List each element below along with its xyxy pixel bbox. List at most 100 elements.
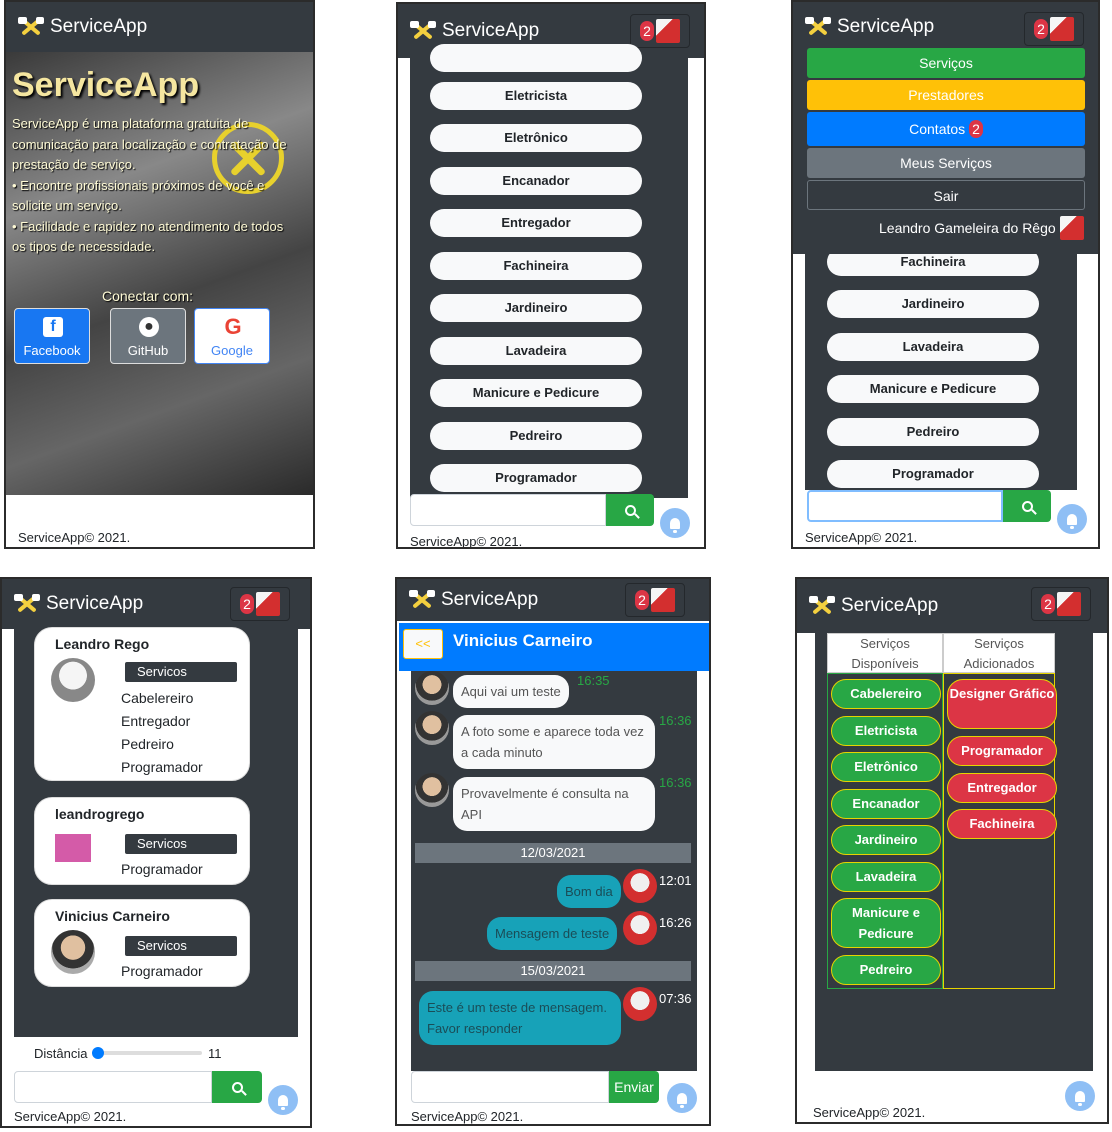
service-item: Programador [121,759,203,775]
available-service-button[interactable]: Manicure e Pedicure [831,898,941,948]
github-button[interactable]: ● GitHub [110,308,186,364]
distance-slider[interactable] [92,1047,202,1059]
send-button[interactable]: Enviar [609,1071,659,1103]
notification-bell-button[interactable] [660,508,690,538]
avatar [1059,216,1084,240]
provider-card[interactable]: Leandro Rego Servicos Cabelereiro Entreg… [34,627,250,781]
user-menu-toggle[interactable]: 2 [230,587,290,621]
service-button[interactable]: Entregador [430,209,642,237]
providers-screen: ServiceApp 2 Leandro Rego Servicos Cabel… [0,577,312,1128]
service-button[interactable]: Fachineira [430,252,642,280]
message-received: Provavelmente é consulta na API [453,777,655,831]
slider-thumb[interactable] [92,1047,104,1059]
brand[interactable]: ServiceApp [805,16,934,38]
service-button[interactable]: Lavadeira [430,337,642,365]
service-item: Programador [121,861,203,877]
chat-contact-name: Vinicius Carneiro [453,631,593,650]
notification-badge: 2 [1034,19,1048,39]
message-time: 16:26 [659,915,692,930]
avatar [1056,592,1081,616]
manage-services-screen: ServiceApp 2 Serviços Disponíveis Serviç… [795,577,1109,1124]
service-button[interactable]: Encanador [430,167,642,195]
search-input[interactable] [410,494,606,526]
service-button[interactable]: Eletricista [430,82,642,110]
services-screen: ServiceApp 2 Eletricista Eletrônico Enca… [396,2,706,549]
brand[interactable]: ServiceApp [14,593,143,615]
menu-prestadores[interactable]: Prestadores [807,80,1085,110]
service-button[interactable]: Jardineiro [430,294,642,322]
search-input[interactable] [807,490,1003,522]
added-service-button[interactable]: Designer Gráfico [947,679,1057,729]
service-item: Pedreiro [121,736,174,752]
available-service-button[interactable]: Eletricista [831,716,941,746]
service-button[interactable]: Manicure e Pedicure [430,379,642,407]
user-menu-toggle[interactable]: 2 [1024,12,1084,46]
tools-logo-icon [14,593,40,615]
service-button-partial[interactable] [430,44,642,72]
bell-icon [1075,1090,1085,1106]
added-service-button[interactable]: Entregador [947,773,1057,803]
brand[interactable]: ServiceApp [410,20,539,42]
service-button[interactable]: Programador [430,464,642,492]
available-service-button[interactable]: Pedreiro [831,955,941,985]
service-button[interactable]: Programador [827,460,1039,488]
provider-card[interactable]: Vinicius Carneiro Servicos Programador [34,899,250,987]
notification-bell-button[interactable] [667,1083,697,1113]
user-avatar [623,987,657,1021]
services-tag: Servicos [125,936,237,956]
search-button[interactable] [606,494,654,526]
message-time: 16:36 [659,713,692,728]
back-button[interactable]: << [403,629,443,659]
services-panel: Eletricista Eletrônico Encanador Entrega… [410,44,688,498]
message-input[interactable] [411,1071,609,1103]
service-button[interactable]: Pedreiro [827,418,1039,446]
menu-contatos[interactable]: Contatos 2 [807,112,1085,146]
user-name: Leandro Gameleira do Rêgo [879,220,1056,236]
service-button[interactable]: Eletrônico [430,124,642,152]
available-service-button[interactable]: Encanador [831,789,941,819]
facebook-button[interactable]: f Facebook [14,308,90,364]
search-input[interactable] [14,1071,212,1103]
intro-text: ServiceApp é uma plataforma gratuita de … [12,116,287,172]
notification-bell-button[interactable] [268,1085,298,1115]
available-service-button[interactable]: Jardineiro [831,825,941,855]
service-button[interactable]: Manicure e Pedicure [827,375,1039,403]
brand[interactable]: ServiceApp [409,589,538,611]
provider-name: leandrogrego [55,806,145,822]
message-time: 16:35 [577,673,610,688]
footer: ServiceApp© 2021. [14,1109,127,1124]
tools-logo-icon [18,16,44,38]
avatar [655,19,680,43]
search-button[interactable] [1003,490,1051,522]
available-service-button[interactable]: Cabelereiro [831,679,941,709]
footer: ServiceApp© 2021. [411,1109,524,1124]
menu-servicos[interactable]: Serviços [807,48,1085,78]
date-separator: 12/03/2021 [415,843,691,863]
menu-sair[interactable]: Sair [807,180,1085,210]
bell-icon [278,1094,288,1110]
notification-bell-button[interactable] [1057,504,1087,534]
contact-avatar [415,711,449,745]
available-service-button[interactable]: Lavadeira [831,862,941,892]
available-service-button[interactable]: Eletrônico [831,752,941,782]
user-menu-toggle[interactable]: 2 [1031,587,1091,621]
user-menu-toggle[interactable]: 2 [625,583,685,617]
service-button[interactable]: Pedreiro [430,422,642,450]
provider-photo [51,828,95,872]
brand[interactable]: ServiceApp [809,595,938,617]
footer: ServiceApp© 2021. [805,530,918,545]
google-button[interactable]: G Google [194,308,270,364]
search-button[interactable] [212,1071,262,1103]
menu-meus-servicos[interactable]: Meus Serviços [807,148,1085,178]
user-menu-toggle[interactable]: 2 [630,14,690,48]
service-button[interactable]: Jardineiro [827,290,1039,318]
brand[interactable]: ServiceApp [18,16,147,38]
footer: ServiceApp© 2021. [813,1105,926,1120]
added-service-button[interactable]: Programador [947,736,1057,766]
service-button[interactable]: Lavadeira [827,333,1039,361]
message-received: A foto some e aparece toda vez a cada mi… [453,715,655,769]
added-service-button[interactable]: Fachineira [947,809,1057,839]
provider-card[interactable]: leandrogrego Servicos Programador [34,797,250,885]
notification-bell-button[interactable] [1065,1081,1095,1111]
navbar: ServiceApp 2 [797,579,1107,633]
